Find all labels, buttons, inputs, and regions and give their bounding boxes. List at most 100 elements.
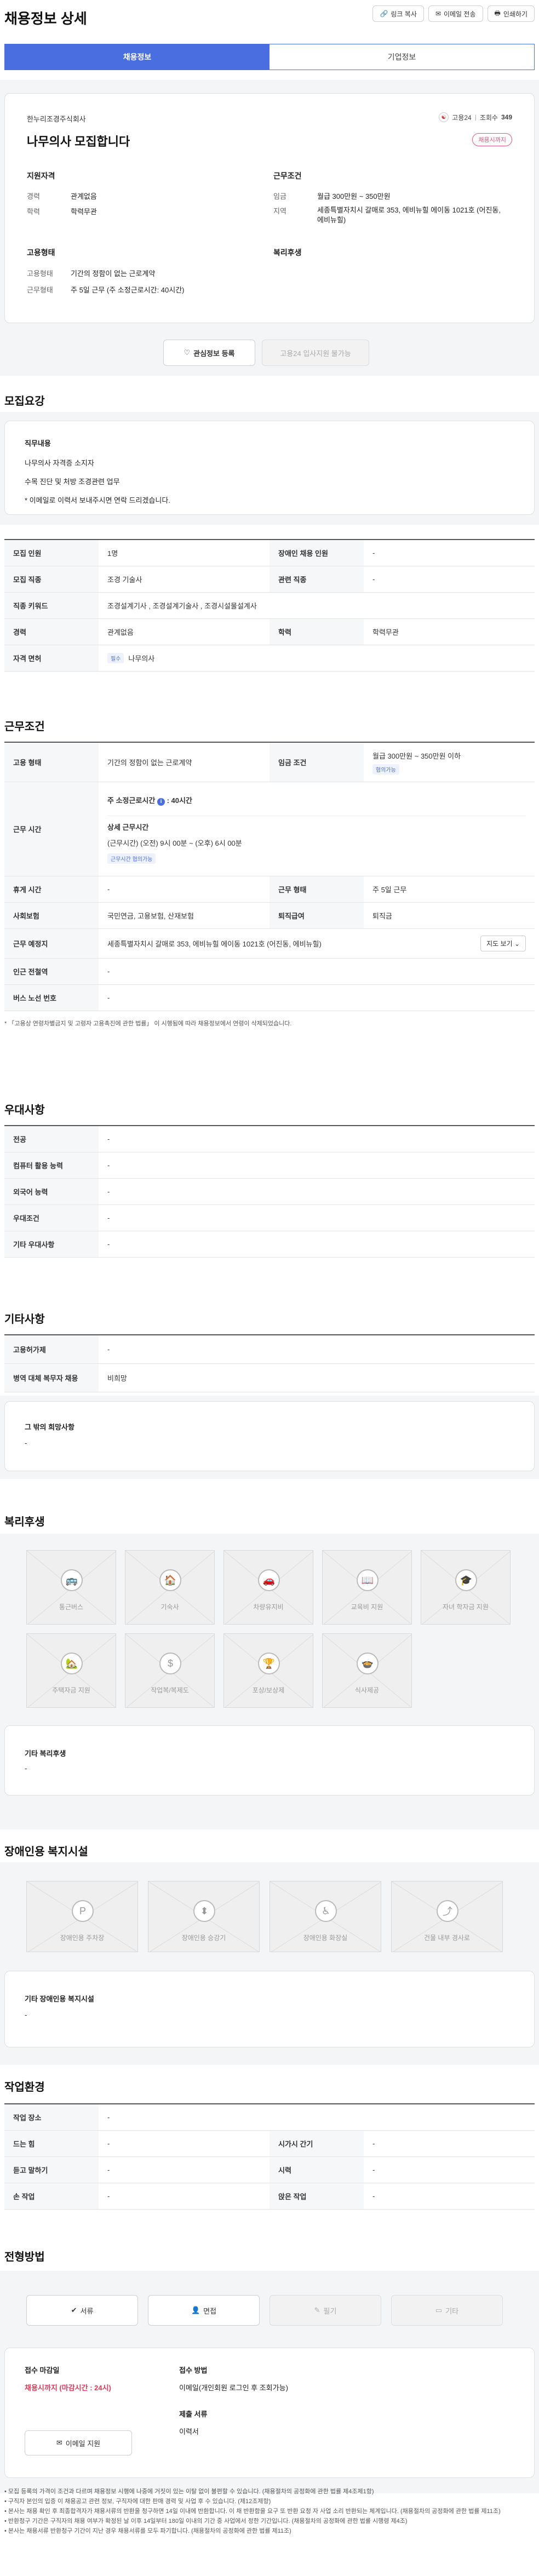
views-count: 349	[501, 113, 512, 121]
welfare-label: 포상/보상제	[252, 1686, 285, 1694]
welfare-tile: $ 작업복/복제도	[125, 1633, 215, 1708]
views-label: 조회수	[479, 113, 498, 122]
welfare-title: 복리후생	[273, 248, 302, 257]
welfare-icon: 🚌	[61, 1569, 83, 1591]
welfare-tile: 📖 교육비 지원	[322, 1550, 412, 1625]
etc-hope-card: 그 밖의 희망사항 -	[4, 1401, 535, 1471]
work-env-title: 작업환경	[4, 2081, 45, 2093]
pref-row: 기타 우대사항 -	[4, 1231, 535, 1258]
job-headline: 나무의사 모집합니다	[27, 135, 130, 148]
welfare-tile: 🎓 자녀 학자금 지원	[421, 1550, 511, 1625]
duty-text: 나무의사 자격증 소지자 수목 진단 및 처방 조경관련 업무 * 이메일로 이…	[25, 459, 170, 504]
chevron-down-icon: ⌄	[514, 940, 520, 948]
selection-other: ▭ 기타	[391, 2295, 503, 2326]
cond-row: 휴게 시간 - 근무 형태 주 5일 근무	[4, 876, 535, 903]
welfare-section-title: 복리후생	[4, 1516, 45, 1528]
map-view-button[interactable]: 지도 보기 ⌄	[480, 936, 526, 951]
disabled-label: 장애인용 승강기	[181, 1934, 226, 1942]
recruit-row: 직종 키워드 조경설계기사 , 조경설계기술사 , 조경시설물설계사	[4, 593, 535, 619]
disabled-title: 장애인용 복지시설	[4, 1846, 88, 1858]
apply-unavailable-button: 고용24 입사지원 불가능	[262, 340, 369, 366]
disabled-tile: P 장애인용 주차장	[26, 1881, 138, 1952]
welfare-label: 식사제공	[354, 1686, 380, 1694]
selection-title: 전형방법	[4, 2251, 45, 2263]
cond-row: 버스 노선 번호 -	[4, 985, 535, 1011]
etc-row: 병역 대체 복무자 채용 비희망	[4, 1364, 535, 1392]
email-send-button[interactable]: ✉ 이메일 전송	[428, 5, 483, 22]
welfare-label: 교육비 지원	[351, 1603, 383, 1611]
info-icon[interactable]: i	[157, 798, 165, 806]
welfare-icon: 🚗	[258, 1569, 280, 1591]
heart-icon: ♡	[184, 348, 191, 357]
email-apply-button[interactable]: ✉ 이메일 지원	[25, 2430, 132, 2455]
qual-title: 지원자격	[27, 171, 55, 180]
preference-title: 우대사항	[4, 1104, 45, 1116]
disabled-tile: ⤴ 건물 내부 경사로	[391, 1881, 503, 1952]
cond-list: 임금 월급 300만원 ~ 350만원 지역 세종특별자치시 갈매로 353, 에비…	[273, 192, 501, 225]
company-name: 한누리조경주식회사	[27, 115, 86, 123]
pref-row: 컴퓨터 활용 능력 -	[4, 1152, 535, 1179]
pref-row: 외국어 능력 -	[4, 1179, 535, 1205]
duty-title: 직무내용	[25, 439, 51, 447]
welfare-icon: $	[159, 1653, 181, 1674]
etc-title: 기타사항	[4, 1313, 45, 1326]
selection-documents: ✔ 서류	[26, 2295, 138, 2326]
tab-job-info[interactable]: 채용정보	[5, 44, 270, 70]
summary-card: 한누리조경주식회사 나무의사 모집합니다 ☯ 고용24 | 조회수 349 채용…	[4, 93, 535, 323]
link-icon: 🔗	[380, 10, 388, 18]
recruit-row: 경력 관계없음 학력 학력무관	[4, 619, 535, 645]
cond-row-time: 근무 시간 주 소정근로시간 i : 40시간 상세 근무시간 (근무시간) (…	[4, 782, 535, 876]
mail-icon: ✉	[56, 2439, 62, 2447]
welfare-icon: 🏡	[61, 1653, 83, 1674]
welfare-tile: 🏆 포상/보상제	[223, 1633, 313, 1708]
age-note: * 「고용상 연령차별금지 및 고령자 고용촉진에 관한 법률」 이 시행됨에 …	[4, 1020, 292, 1027]
disabled-label: 장애인용 화장실	[303, 1934, 348, 1942]
env-row: 듣고 말하기 - 시력 -	[4, 2157, 535, 2183]
interest-register-button[interactable]: ♡ 관심정보 등록	[163, 340, 255, 366]
welfare-tile: 🚌 통근버스	[26, 1550, 116, 1625]
welfare-label: 통근버스	[59, 1603, 84, 1611]
person-icon: 👤	[191, 2306, 200, 2314]
disabled-etc-card: 기타 장애인용 복지시설 -	[4, 1971, 535, 2047]
welfare-etc-card: 기타 복리후생 -	[4, 1725, 535, 1795]
welfare-label: 기숙사	[160, 1603, 179, 1611]
tab-company-info[interactable]: 기업정보	[270, 44, 534, 70]
post-meta: ☯ 고용24 | 조회수 349	[439, 112, 512, 122]
deadline-value: 채용시까지 (마감시간 : 24시)	[25, 2384, 111, 2392]
pref-row: 전공 -	[4, 1126, 535, 1152]
welfare-icon: 🎓	[455, 1569, 477, 1591]
welfare-icon: 🏆	[258, 1653, 280, 1674]
pencil-icon: ✎	[314, 2306, 320, 2314]
cond-row: 인근 전철역 -	[4, 959, 535, 985]
footnotes: • 모집 등록의 가격이 조건과 다르며 채용정보 시행에 나중에 거짓이 있는…	[4, 2488, 501, 2534]
required-pill: 필수	[107, 653, 124, 663]
conditions-title: 근무조건	[4, 721, 45, 733]
etc-row: 고용허가제 -	[4, 1335, 535, 1364]
selection-written: ✎ 필기	[270, 2295, 381, 2326]
disabled-icon: P	[72, 1900, 94, 1922]
welfare-label: 작업복/복제도	[151, 1686, 189, 1694]
cond-row-place: 근무 예정지 세종특별자치시 갈매로 353, 에비뉴힐 에이동 1021호 (…	[4, 929, 535, 959]
disabled-label: 장애인용 주차장	[60, 1934, 105, 1942]
recruit-title: 모집요강	[4, 395, 45, 408]
page-header: 채용정보 상세 🔗 링크 복사 ✉ 이메일 전송 🖶 인쇄하기	[0, 0, 539, 34]
disabled-label: 건물 내부 경사로	[424, 1934, 470, 1942]
selection-interview: 👤 면접	[148, 2295, 260, 2326]
apply-card: 접수 마감일 채용시까지 (마감시간 : 24시) ✉ 이메일 지원 접수 방법 …	[4, 2348, 535, 2478]
print-button[interactable]: 🖶 인쇄하기	[487, 5, 535, 22]
welfare-tile: 🏠 기숙사	[125, 1550, 215, 1625]
header-actions: 🔗 링크 복사 ✉ 이메일 전송 🖶 인쇄하기	[372, 5, 535, 22]
cond-title: 근무조건	[273, 171, 302, 180]
disabled-tile: ♿ 장애인용 화장실	[270, 1881, 381, 1952]
welfare-tile: 🍲 식사제공	[322, 1633, 412, 1708]
cond-row: 사회보험 국민연금, 고용보험, 산재보험 퇴직급여 퇴직금	[4, 903, 535, 929]
copy-link-button[interactable]: 🔗 링크 복사	[372, 5, 424, 22]
disabled-icon: ♿	[315, 1900, 337, 1922]
welfare-label: 주택자금 지원	[52, 1686, 90, 1694]
emp-list: 고용형태 기간의 정함이 없는 근로계약 근무형태 주 5일 근무 (주 소정근로시…	[27, 269, 185, 294]
disabled-tile: ⬍ 장애인용 승강기	[148, 1881, 260, 1952]
page-title: 채용정보 상세	[4, 10, 87, 27]
print-icon: 🖶	[494, 9, 501, 17]
check-circle-icon: ✔	[71, 2306, 77, 2314]
emp-title: 고용형태	[27, 248, 55, 257]
